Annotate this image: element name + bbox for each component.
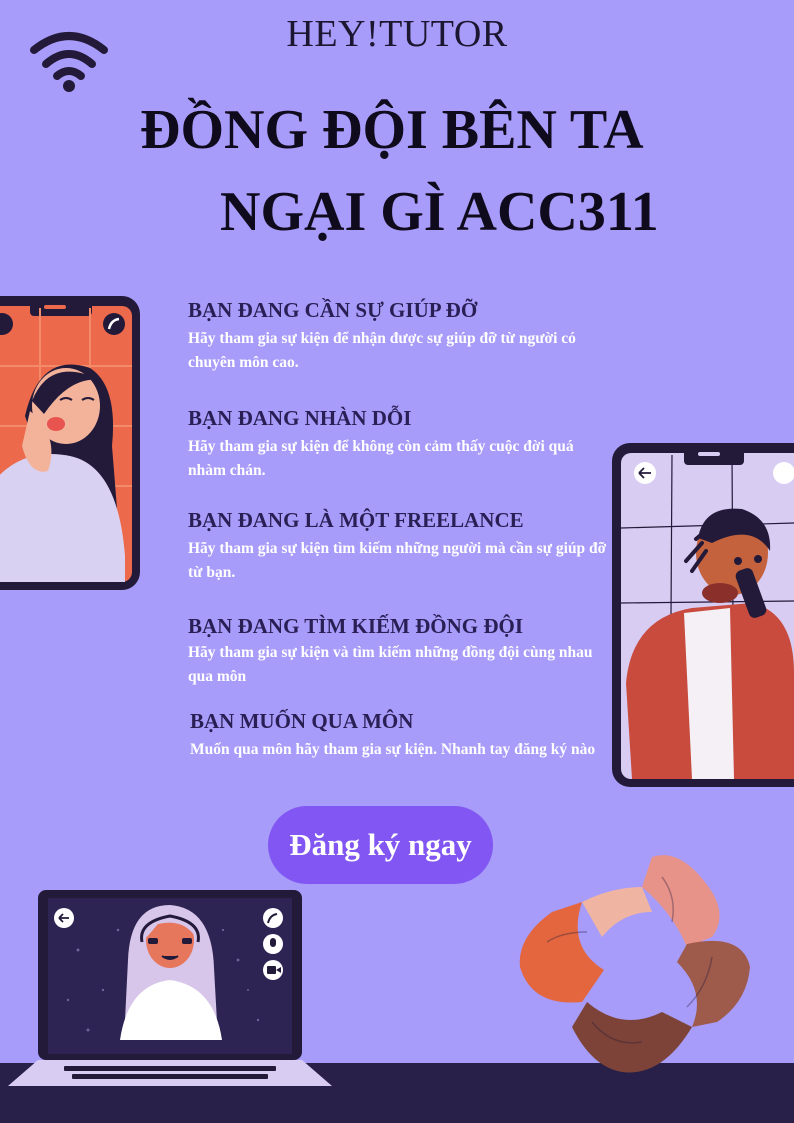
laptop-illustration [8,890,332,1088]
item-text: Hãy tham gia sự kiện để không còn cảm th… [188,438,574,479]
hands-teamwork-illustration [512,852,754,1080]
page-title-line-1: ĐỒNG ĐỘI BÊN TA [140,99,644,161]
item-text: Hãy tham gia sự kiện và tìm kiếm những đ… [188,644,593,685]
phone-illustration-right [612,443,794,789]
item-heading: BẠN ĐANG TÌM KIẾM ĐỒNG ĐỘI [188,614,524,638]
brand-name: HEY!TUTOR [286,13,508,55]
item-text: Muốn qua môn hãy tham gia sự kiện. Nhanh… [190,741,596,758]
register-now-button[interactable]: Đăng ký ngay [268,806,493,884]
item-text: Hãy tham gia sự kiện tìm kiếm những ngườ… [188,540,607,581]
item-heading: BẠN ĐANG NHÀN DỖI [188,406,412,430]
phone-illustration-left [0,296,142,592]
page-title-line-2: NGẠI GÌ ACC311 [220,181,659,243]
item-text: Hãy tham gia sự kiện để nhận được sự giú… [188,330,576,371]
item-heading: BẠN MUỐN QUA MÔN [190,709,414,733]
item-heading: BẠN ĐANG LÀ MỘT FREELANCE [188,508,524,532]
item-heading: BẠN ĐANG CẦN SỰ GIÚP ĐỠ [188,298,478,322]
